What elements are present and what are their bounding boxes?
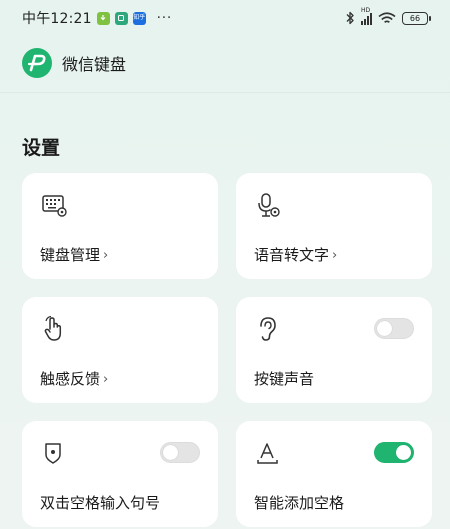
double-space-period-toggle[interactable] <box>160 442 200 463</box>
key-sound-label: 按键声音 <box>254 368 314 389</box>
status-left: 中午12:21 知乎 ··· <box>22 8 172 28</box>
double-space-period-card: 双击空格输入句号 <box>22 421 218 527</box>
toggle-knob <box>377 321 392 336</box>
keyboard-settings-icon <box>42 195 67 217</box>
haptic-feedback-text: 触感反馈 <box>40 370 101 388</box>
header-divider <box>0 92 450 93</box>
status-bar: 中午12:21 知乎 ··· HD 66 <box>0 0 450 36</box>
teal-app-notification-icon <box>114 11 128 25</box>
haptic-feedback-card[interactable]: 触感反馈 › <box>22 297 218 403</box>
keyboard-management-label: 键盘管理 › <box>40 244 108 265</box>
double-space-period-label: 双击空格输入句号 <box>40 492 160 513</box>
smart-space-card: 智能添加空格 <box>236 421 432 527</box>
smart-space-text: 智能添加空格 <box>254 494 345 512</box>
voice-to-text-card[interactable]: 语音转文字 › <box>236 173 432 279</box>
status-time: 中午12:21 <box>22 11 92 27</box>
zhihu-notification-icon: 知乎 <box>132 11 146 25</box>
shield-dot-icon <box>45 443 61 464</box>
status-right: HD 66 <box>345 7 431 25</box>
signal-icon: HD <box>361 7 372 25</box>
green-app-notification-icon <box>96 11 110 25</box>
key-sound-card: 按键声音 <box>236 297 432 403</box>
smart-space-label: 智能添加空格 <box>254 492 344 513</box>
toggle-knob <box>163 445 178 460</box>
voice-to-text-label: 语音转文字 › <box>254 244 337 265</box>
keyboard-management-card[interactable]: 键盘管理 › <box>22 173 218 279</box>
haptic-feedback-label: 触感反馈 › <box>40 368 108 389</box>
keyboard-management-text: 键盘管理 <box>40 246 101 264</box>
app-title: 微信键盘 <box>62 55 127 74</box>
more-notifications-icon: ··· <box>156 10 173 26</box>
network-type-label: HD <box>361 6 371 14</box>
toggle-knob <box>396 445 411 460</box>
bluetooth-icon <box>346 11 354 25</box>
wechat-keyboard-logo-icon <box>22 48 52 78</box>
chevron-right-icon: › <box>332 247 338 263</box>
key-sound-text: 按键声音 <box>254 370 315 388</box>
wifi-icon <box>378 11 396 23</box>
section-title: 设置 <box>22 137 61 159</box>
chevron-right-icon: › <box>103 247 109 263</box>
ear-icon <box>260 317 276 341</box>
app-header: 微信键盘 <box>22 46 126 80</box>
battery-icon: 66 <box>402 11 431 25</box>
text-space-icon <box>257 443 278 464</box>
chevron-right-icon: › <box>103 371 109 387</box>
voice-to-text-text: 语音转文字 <box>254 246 330 264</box>
touch-hand-icon <box>44 315 62 341</box>
key-sound-toggle[interactable] <box>374 318 414 339</box>
double-space-period-text: 双击空格输入句号 <box>40 494 161 512</box>
microphone-settings-icon <box>258 193 280 217</box>
smart-space-toggle[interactable] <box>374 442 414 463</box>
